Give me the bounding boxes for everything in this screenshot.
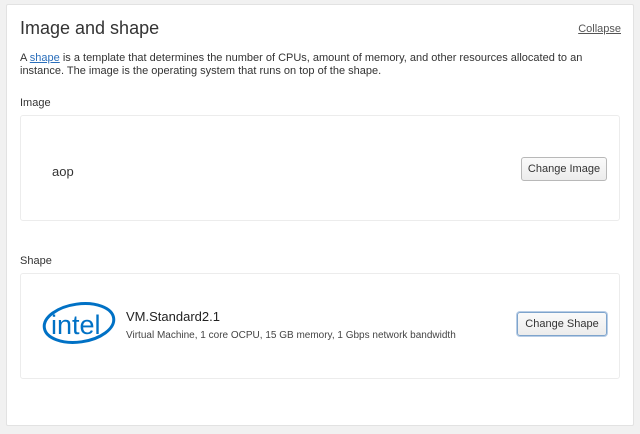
image-card: aop Change Image (20, 115, 620, 221)
shape-card: intel VM.Standard2.1 Virtual Machine, 1 … (20, 273, 620, 379)
section-description: A shape is a template that determines th… (20, 52, 625, 78)
change-image-button[interactable]: Change Image (521, 157, 607, 181)
image-name: aop (52, 164, 74, 179)
image-label: Image (20, 97, 51, 109)
change-shape-button[interactable]: Change Shape (517, 312, 607, 336)
shape-label: Shape (20, 255, 52, 267)
image-and-shape-panel: Image and shape Collapse A shape is a te… (6, 4, 634, 426)
shape-name: VM.Standard2.1 (126, 309, 220, 324)
section-title: Image and shape (20, 18, 160, 38)
collapse-link[interactable]: Collapse (578, 23, 621, 35)
description-suffix: is a template that determines the number… (20, 52, 583, 77)
intel-logo-icon: intel (42, 302, 116, 344)
intel-logo-text: intel (51, 310, 101, 340)
shape-help-link[interactable]: shape (30, 52, 60, 64)
description-prefix: A (20, 52, 30, 64)
shape-details: Virtual Machine, 1 core OCPU, 15 GB memo… (126, 330, 456, 341)
